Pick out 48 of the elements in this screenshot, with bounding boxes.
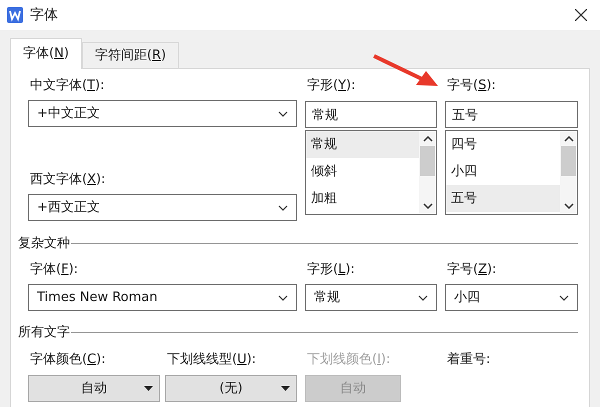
field-label: 下划线线型(U): xyxy=(166,351,258,368)
chevron-down-icon xyxy=(418,294,428,300)
app-icon xyxy=(7,7,23,23)
list-item[interactable]: 常规 xyxy=(306,131,419,158)
tab[interactable]: 字符间距(R) xyxy=(82,42,180,68)
color-button[interactable]: (无) xyxy=(165,375,297,402)
annotation-arrow xyxy=(372,54,440,88)
list-item[interactable]: 五号 xyxy=(446,185,560,212)
field-label: 字号(S): xyxy=(446,77,497,94)
section-heading: 复杂文种 xyxy=(18,235,70,252)
color-button[interactable]: 自动 xyxy=(28,375,160,402)
dropdown[interactable]: Times New Roman xyxy=(28,284,297,311)
close-icon[interactable] xyxy=(575,9,587,21)
scroll-down-icon[interactable] xyxy=(422,203,432,209)
chevron-down-icon xyxy=(278,110,288,116)
chevron-down-icon xyxy=(278,204,288,210)
field-label: 字形(Y): xyxy=(306,77,356,94)
text-field[interactable]: 常规 xyxy=(305,101,437,128)
field-label: 中文字体(T): xyxy=(29,77,106,94)
scroll-down-icon[interactable] xyxy=(564,203,574,209)
tab[interactable]: 字体(N) xyxy=(10,38,82,69)
dropdown[interactable]: 常规 xyxy=(305,284,437,311)
scroll-up-icon[interactable] xyxy=(564,136,574,142)
field-label: 下划线颜色(I): xyxy=(306,351,392,368)
dropdown[interactable]: +中文正文 xyxy=(28,100,297,127)
color-button: 自动 xyxy=(305,375,401,402)
field-label: 字形(L): xyxy=(306,261,356,278)
scrollbar[interactable] xyxy=(560,131,577,214)
window-title: 字体 xyxy=(30,6,58,24)
text-field[interactable]: 五号 xyxy=(445,101,578,128)
list-item[interactable]: 倾斜 xyxy=(306,158,419,185)
chevron-down-icon xyxy=(559,294,569,300)
field-label: 字体颜色(C): xyxy=(29,351,107,368)
list-item[interactable]: 小四 xyxy=(446,158,560,185)
dropdown[interactable]: 小四 xyxy=(445,284,578,311)
scrollbar[interactable] xyxy=(419,131,436,214)
section-heading: 所有文字 xyxy=(18,324,70,341)
list-item[interactable]: 四号 xyxy=(446,131,560,158)
dropdown[interactable]: +西文正文 xyxy=(28,194,297,221)
dropdown-arrow-icon xyxy=(144,386,153,391)
field-label: 西文字体(X): xyxy=(29,171,106,188)
field-label: 字体(F): xyxy=(29,261,80,278)
list-item[interactable]: 加粗 xyxy=(306,185,419,212)
dropdown-arrow-icon xyxy=(281,386,290,391)
scroll-up-icon[interactable] xyxy=(422,136,432,142)
field-label: 字号(Z): xyxy=(446,261,498,278)
field-label: 着重号: xyxy=(446,351,490,368)
chevron-down-icon xyxy=(278,294,288,300)
